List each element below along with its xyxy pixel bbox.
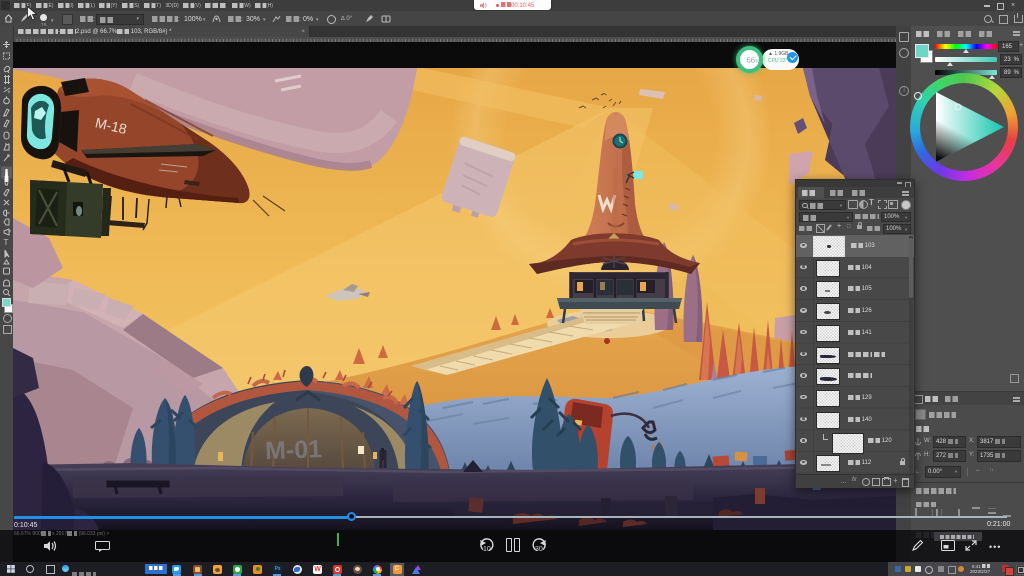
- svg-text:10: 10: [483, 546, 491, 552]
- svg-text:M-01: M-01: [265, 435, 323, 465]
- svg-text:T: T: [4, 238, 9, 247]
- svg-text:30: 30: [535, 546, 543, 552]
